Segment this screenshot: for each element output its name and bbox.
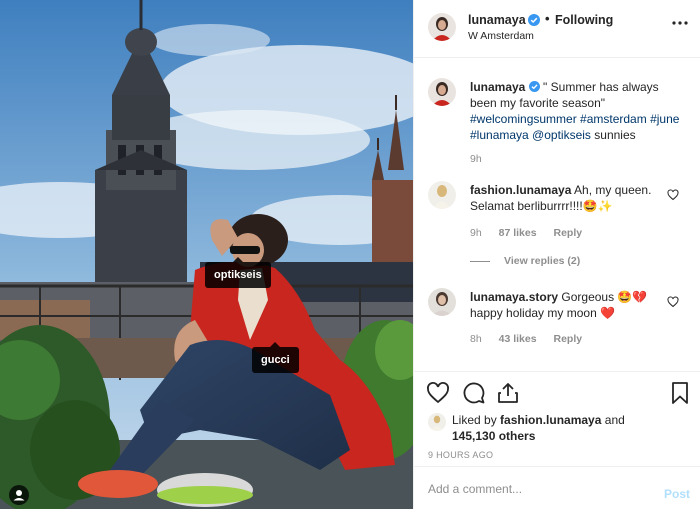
post-photo[interactable]: optikseis gucci [0,0,413,509]
avatar[interactable] [428,13,456,41]
post-actions: Liked by fashion.lunamaya and 145,130 ot… [414,371,700,465]
caption-time: 9h [470,153,496,165]
heart-icon[interactable] [426,381,450,405]
comment-text: lunamaya.story Gorgeous 🤩💔 happy holiday… [470,289,680,321]
bookmark-icon[interactable] [668,381,692,405]
comment-likes[interactable]: 87 likes [499,227,537,239]
liked-by-prefix: Liked by [452,413,497,427]
reply-button[interactable]: Reply [553,227,582,239]
verified-badge-icon [528,14,540,26]
heart-icon[interactable] [667,296,679,308]
comment-box: Post [414,466,700,509]
comment-username[interactable]: lunamaya.story [470,290,558,304]
comment-username[interactable]: fashion.lunamaya [470,183,571,197]
comment-avatar[interactable] [428,181,456,209]
post-button[interactable]: Post [664,487,690,501]
comment-icon[interactable] [462,381,486,405]
view-replies-label: View replies (2) [504,255,581,267]
post-timestamp[interactable]: 9 HOURS AGO [428,450,493,460]
likes-count[interactable]: 145,130 others [452,429,535,443]
post-side-panel: lunamaya • Following W Amsterdam lunamay… [413,0,700,509]
caption-avatar[interactable] [428,78,456,106]
share-icon[interactable] [496,381,520,405]
liked-by-conjunction: and [604,413,625,427]
caption-trailing: sunnies [594,128,636,142]
caption-username[interactable]: lunamaya [470,80,525,94]
comment-meta: 9h 87 likes Reply [470,227,596,239]
person-icon[interactable] [9,485,29,505]
comment-text: fashion.lunamaya Ah, my queen. Selamat b… [470,182,680,214]
comment-meta: 8h 43 likes Reply [470,333,596,345]
following-button[interactable]: Following [555,13,613,27]
comment-time: 9h [470,227,482,239]
photo-tag-optikseis[interactable]: optikseis [205,257,271,288]
header-username[interactable]: lunamaya [468,13,526,27]
heart-icon[interactable] [667,189,679,201]
more-options-icon[interactable] [671,20,689,26]
photo-tag-gucci[interactable]: gucci [252,342,299,373]
view-replies-button[interactable]: View replies (2) [470,255,580,267]
caption-text: lunamaya " Summer has always been my fav… [470,79,680,143]
caption-time-text: 9h [470,153,482,165]
verified-badge-icon [528,81,540,92]
likes-summary: Liked by fashion.lunamaya and 145,130 ot… [452,412,682,444]
comment-input[interactable] [428,478,648,500]
reply-button[interactable]: Reply [553,333,582,345]
post-header: lunamaya • Following W Amsterdam [414,0,700,58]
comments-list[interactable]: lunamaya " Summer has always been my fav… [414,59,700,370]
comment-time: 8h [470,333,482,345]
comment-avatar[interactable] [428,288,456,316]
caption-hashtags-1[interactable]: #welcomingsummer #amsterdam [470,112,647,126]
replies-divider [470,260,490,262]
liked-by-avatar[interactable] [428,413,446,431]
location-link[interactable]: W Amsterdam [468,30,534,42]
header-separator: • [545,11,550,26]
liked-by-user[interactable]: fashion.lunamaya [500,413,601,427]
comment-likes[interactable]: 43 likes [499,333,537,345]
photo-scene [0,0,413,509]
